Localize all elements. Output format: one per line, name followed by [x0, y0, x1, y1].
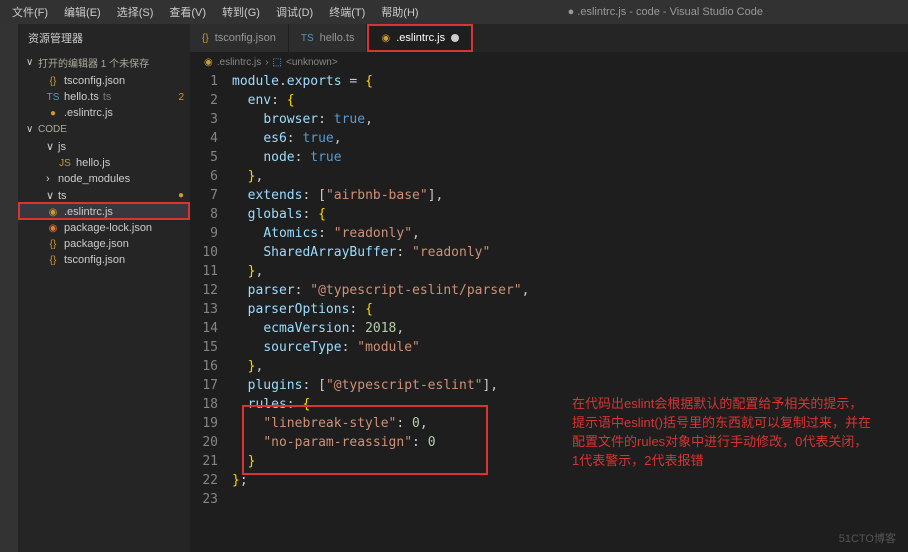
sidebar-title: 资源管理器 — [18, 24, 190, 52]
annotation-text: 在代码出eslint会根据默认的配置给予相关的提示，提示语中eslint()括号… — [572, 394, 872, 470]
watermark: 51CTO博客 — [839, 530, 896, 546]
menu-help[interactable]: 帮助(H) — [373, 4, 426, 20]
menu-view[interactable]: 查看(V) — [161, 4, 214, 20]
breadcrumb[interactable]: ◉ .eslintrc.js › ⬚ <unknown> — [190, 52, 908, 72]
file-item[interactable]: ◉package-lock.json — [18, 220, 190, 236]
window-title: ● .eslintrc.js - code - Visual Studio Co… — [427, 6, 904, 18]
highlight-box-rules — [242, 405, 488, 475]
open-editor-item[interactable]: TShello.ts ts2 — [18, 89, 190, 105]
tab[interactable]: TShello.ts — [289, 24, 368, 52]
file-item[interactable]: JShello.js — [18, 155, 190, 171]
tab[interactable]: {}tsconfig.json — [190, 24, 289, 52]
menu-select[interactable]: 选择(S) — [109, 4, 162, 20]
menu-goto[interactable]: 转到(G) — [214, 4, 268, 20]
activity-bar[interactable] — [0, 24, 18, 552]
menu-file[interactable]: 文件(F) — [4, 4, 56, 20]
tab[interactable]: ◉.eslintrc.js — [367, 24, 473, 52]
open-editor-item[interactable]: ●.eslintrc.js — [18, 105, 190, 121]
open-editors-header[interactable]: ∨打开的编辑器 1 个未保存 — [18, 52, 190, 73]
menu-debug[interactable]: 调试(D) — [268, 4, 321, 20]
menu-terminal[interactable]: 终端(T) — [321, 4, 373, 20]
folder-root[interactable]: ∨CODE — [18, 121, 190, 138]
file-item[interactable]: {}tsconfig.json — [18, 252, 190, 268]
tab-bar: {}tsconfig.jsonTShello.ts◉.eslintrc.js — [190, 24, 908, 52]
menu-bar: 文件(F) 编辑(E) 选择(S) 查看(V) 转到(G) 调试(D) 终端(T… — [0, 0, 908, 24]
open-editor-item[interactable]: {}tsconfig.json — [18, 73, 190, 89]
folder-item[interactable]: ∨js — [18, 138, 190, 155]
folder-item[interactable]: ›node_modules — [18, 171, 190, 187]
file-item[interactable]: {}package.json — [18, 236, 190, 252]
code-editor[interactable]: 1234567891011121314151617181920212223 mo… — [190, 72, 908, 552]
highlight-box-sidebar — [18, 202, 190, 220]
editor-area: {}tsconfig.jsonTShello.ts◉.eslintrc.js ◉… — [190, 24, 908, 552]
sidebar: 资源管理器 ∨打开的编辑器 1 个未保存 {}tsconfig.jsonTShe… — [18, 24, 190, 552]
menu-edit[interactable]: 编辑(E) — [56, 4, 109, 20]
